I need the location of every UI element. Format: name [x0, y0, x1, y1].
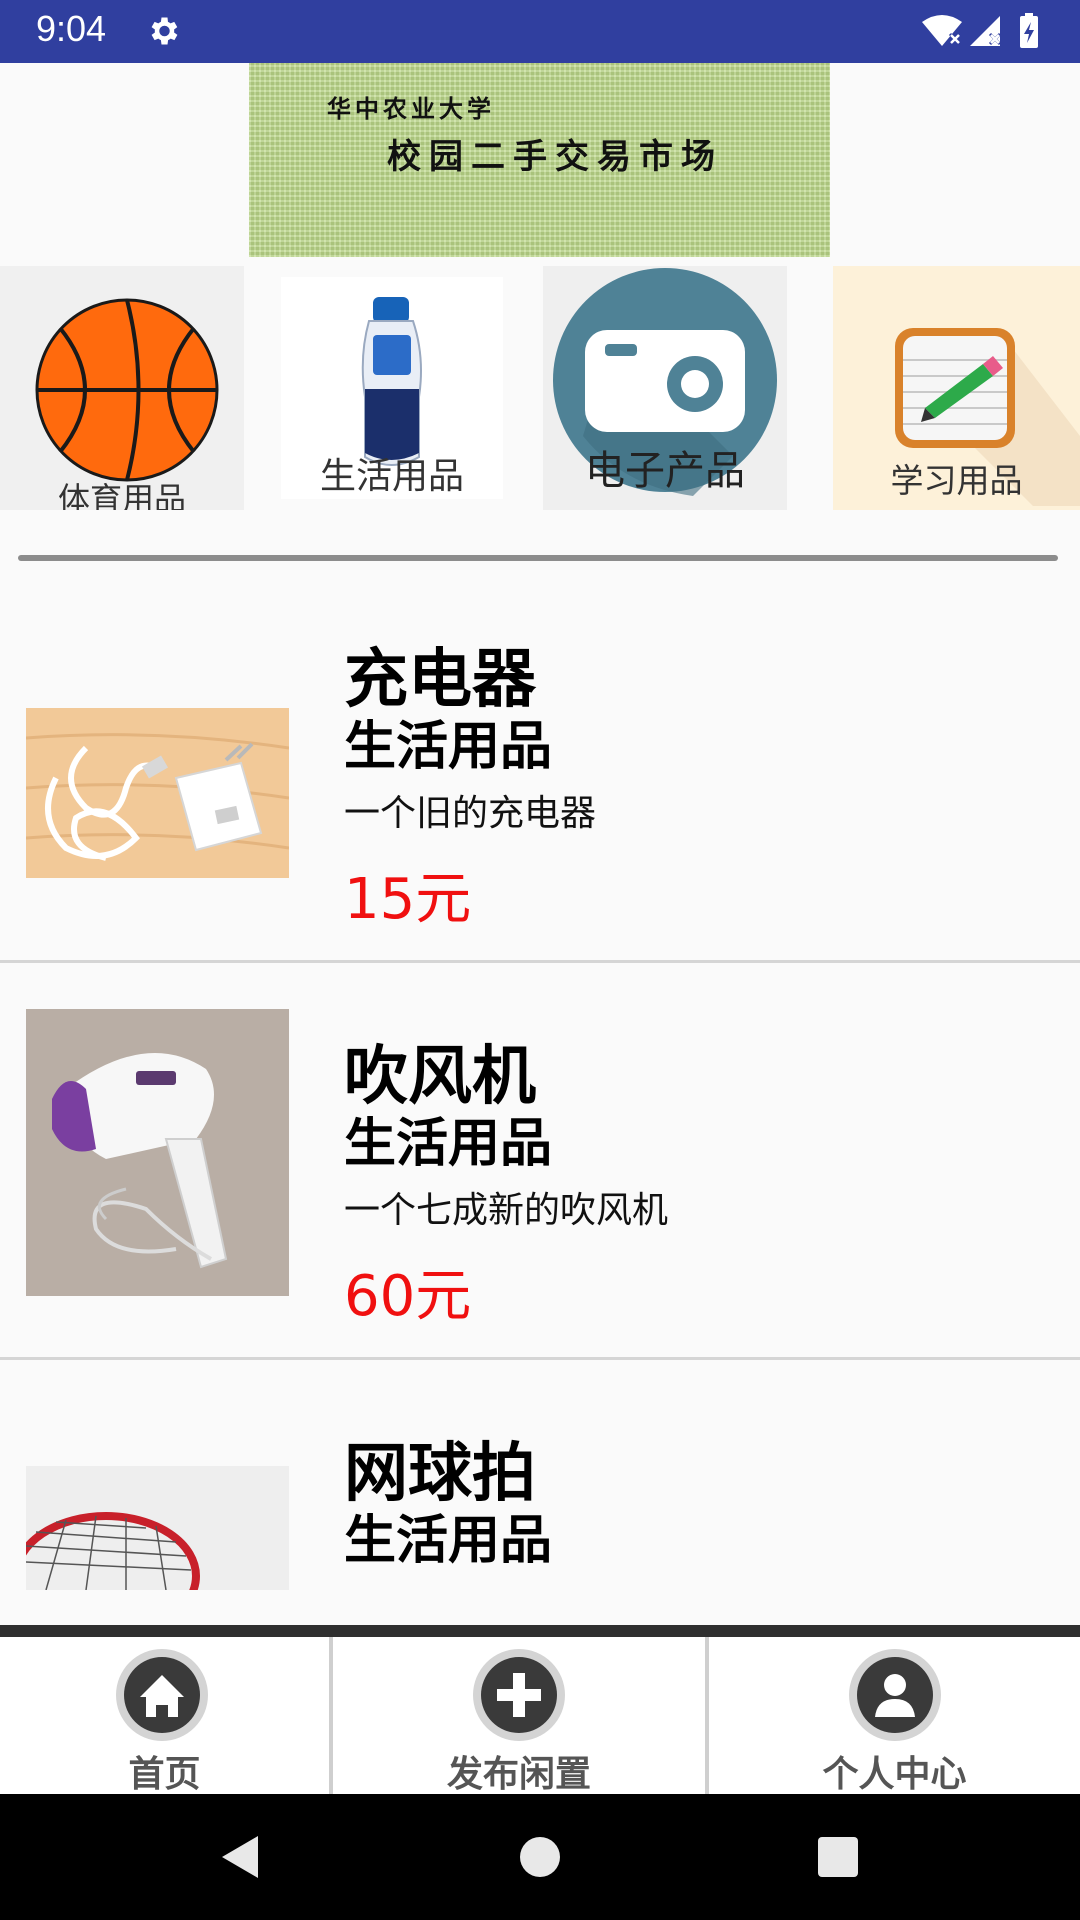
market-banner: 华中农业大学 校园二手交易市场: [249, 63, 830, 257]
bottom-nav: 首页 发布闲置 个人中心: [0, 1637, 1080, 1795]
wifi-icon: [922, 15, 962, 46]
banner-university: 华中农业大学: [327, 94, 495, 123]
category-sports[interactable]: 体育用品: [0, 266, 244, 510]
nav-home[interactable]: 首页: [0, 1637, 329, 1795]
category-electronics[interactable]: 电子产品: [543, 266, 787, 510]
person-icon: [849, 1649, 941, 1741]
item-category: 生活用品: [344, 1114, 553, 1174]
hair-dryer-image: [26, 1009, 289, 1296]
item-price: 60元: [344, 1264, 472, 1329]
gear-icon: [151, 17, 178, 45]
category-electronics-label: 电子产品: [585, 448, 745, 494]
status-bar: 9:04: [0, 0, 1080, 63]
item-price: 15元: [344, 867, 472, 932]
category-daily[interactable]: 生活用品: [281, 277, 503, 499]
nav-publish-label: 发布闲置: [446, 1754, 591, 1795]
back-button[interactable]: [196, 1814, 282, 1900]
add-icon: [473, 1649, 565, 1741]
banner-title: 校园二手交易市场: [387, 137, 723, 177]
app-screen: 9:04 华中农业大学 校园二手交易市场 体育用品 生活用品 电子产品 学习用品…: [0, 0, 1080, 1920]
tennis-racket-image: [26, 1466, 289, 1590]
category-study-label: 学习用品: [890, 461, 1023, 500]
status-icons: [922, 13, 1038, 48]
category-sports-label: 体育用品: [57, 480, 186, 510]
nav-profile-label: 个人中心: [822, 1754, 967, 1795]
item-category: 生活用品: [344, 1511, 553, 1571]
nav-profile[interactable]: 个人中心: [709, 1637, 1080, 1795]
nav-home-label: 首页: [128, 1754, 201, 1795]
list-item[interactable]: 网球拍 生活用品: [0, 1360, 1080, 1590]
signal-icon: [970, 16, 1002, 46]
list-item[interactable]: 充电器 生活用品 一个旧的充电器 15元: [0, 566, 1080, 963]
recents-button[interactable]: [795, 1814, 881, 1900]
item-category: 生活用品: [344, 717, 553, 777]
section-divider: [18, 555, 1058, 561]
bottom-nav-border: [0, 1625, 1080, 1637]
category-daily-label: 生活用品: [319, 456, 464, 497]
status-time: 9:04: [36, 8, 107, 49]
item-description: 一个七成新的吹风机: [344, 1190, 669, 1231]
home-button[interactable]: [497, 1814, 583, 1900]
home-icon: [116, 1649, 208, 1741]
list-item[interactable]: 吹风机 生活用品 一个七成新的吹风机 60元: [0, 963, 1080, 1360]
system-nav-bar: [0, 1794, 1080, 1920]
item-description: 一个旧的充电器: [344, 793, 597, 834]
item-list[interactable]: 充电器 生活用品 一个旧的充电器 15元 吹风机 生活用品 一个七成新的吹风机 …: [0, 566, 1080, 1590]
charger-image: [26, 708, 289, 878]
battery-icon: [1020, 13, 1038, 48]
nav-publish[interactable]: 发布闲置: [333, 1637, 705, 1795]
category-study[interactable]: 学习用品: [833, 266, 1080, 510]
